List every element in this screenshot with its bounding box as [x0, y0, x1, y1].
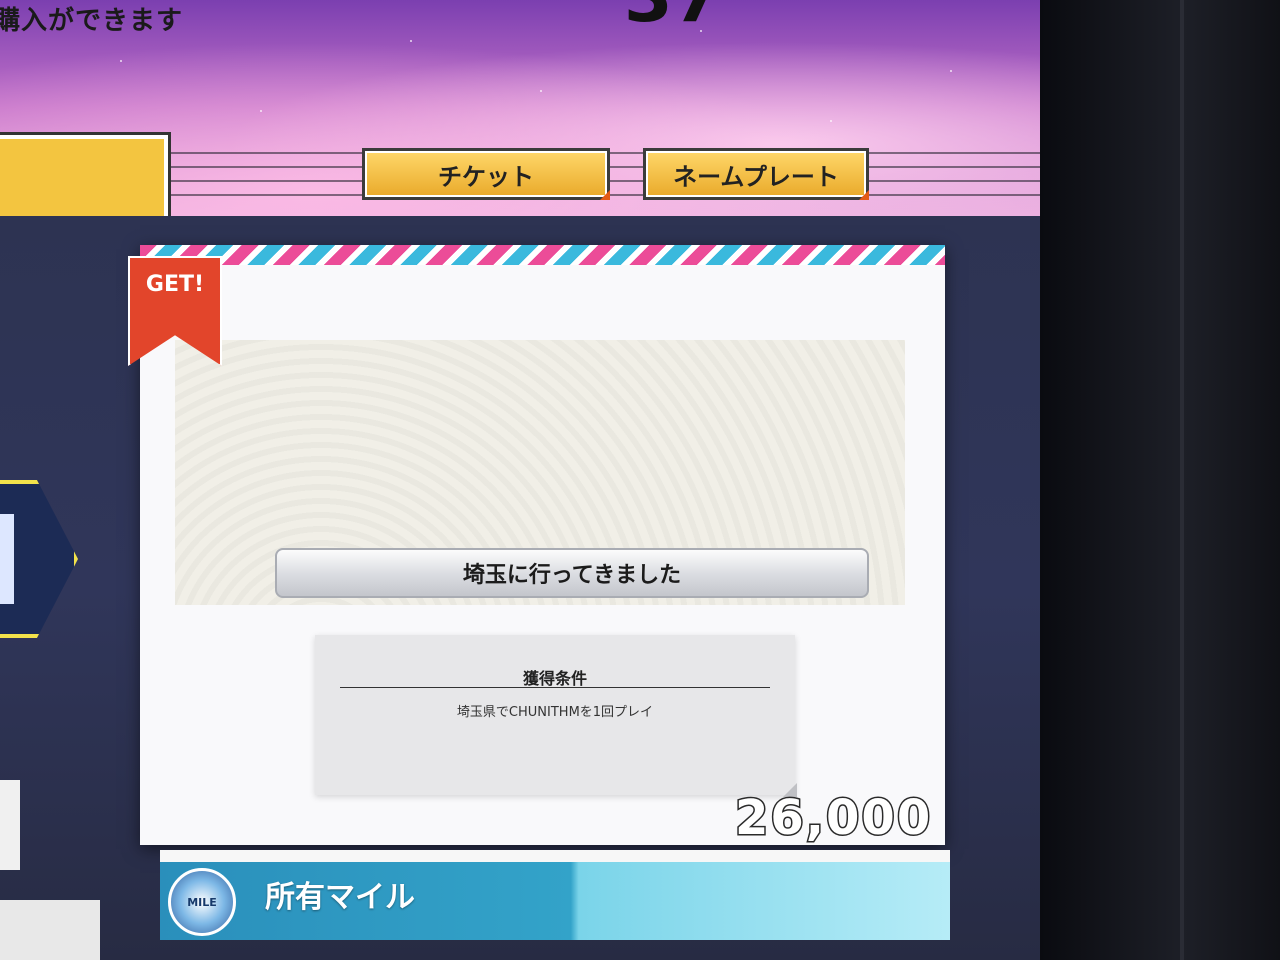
- mile-globe-icon: MILE: [168, 868, 236, 936]
- tab-ticket-label: チケット: [438, 162, 534, 191]
- side-button[interactable]: [0, 780, 20, 870]
- corner-mark-icon: [859, 190, 869, 200]
- mile-label: 所有マイル: [265, 880, 415, 915]
- item-thumbnail: [0, 514, 14, 604]
- side-button[interactable]: [0, 900, 100, 960]
- divider: [340, 687, 770, 688]
- mile-value: 26,000: [733, 789, 933, 848]
- tab-ticket[interactable]: チケット: [362, 148, 610, 200]
- notice-text: 購入ができます: [0, 6, 184, 36]
- left-category-tab[interactable]: [0, 135, 168, 221]
- corner-mark-icon: [600, 190, 610, 200]
- condition-text: 埼玉県でCHUNITHMを1回プレイ: [456, 705, 654, 720]
- get-badge-text: GET!: [145, 272, 205, 297]
- counter-number: 37: [624, 0, 721, 38]
- mile-bar: MILE 所有マイル: [160, 850, 950, 940]
- cabinet-bezel: [1040, 0, 1280, 960]
- nameplate-title: 埼玉に行ってきました: [275, 548, 869, 598]
- nameplate-preview: 埼玉に行ってきました: [175, 340, 905, 605]
- airmail-border: [140, 245, 945, 265]
- condition-heading: 獲得条件: [522, 669, 587, 688]
- reward-card: 埼玉に行ってきました 獲得条件 埼玉県でCHUNITHMを1回プレイ: [140, 245, 945, 845]
- game-screen: 購入ができます 37 チケット ネームプレート 埼玉に行ってきました 獲得条件 …: [0, 0, 1180, 960]
- tab-nameplate[interactable]: ネームプレート: [643, 148, 869, 200]
- tab-nameplate-label: ネームプレート: [673, 162, 839, 191]
- condition-box: 獲得条件 埼玉県でCHUNITHMを1回プレイ: [315, 635, 797, 797]
